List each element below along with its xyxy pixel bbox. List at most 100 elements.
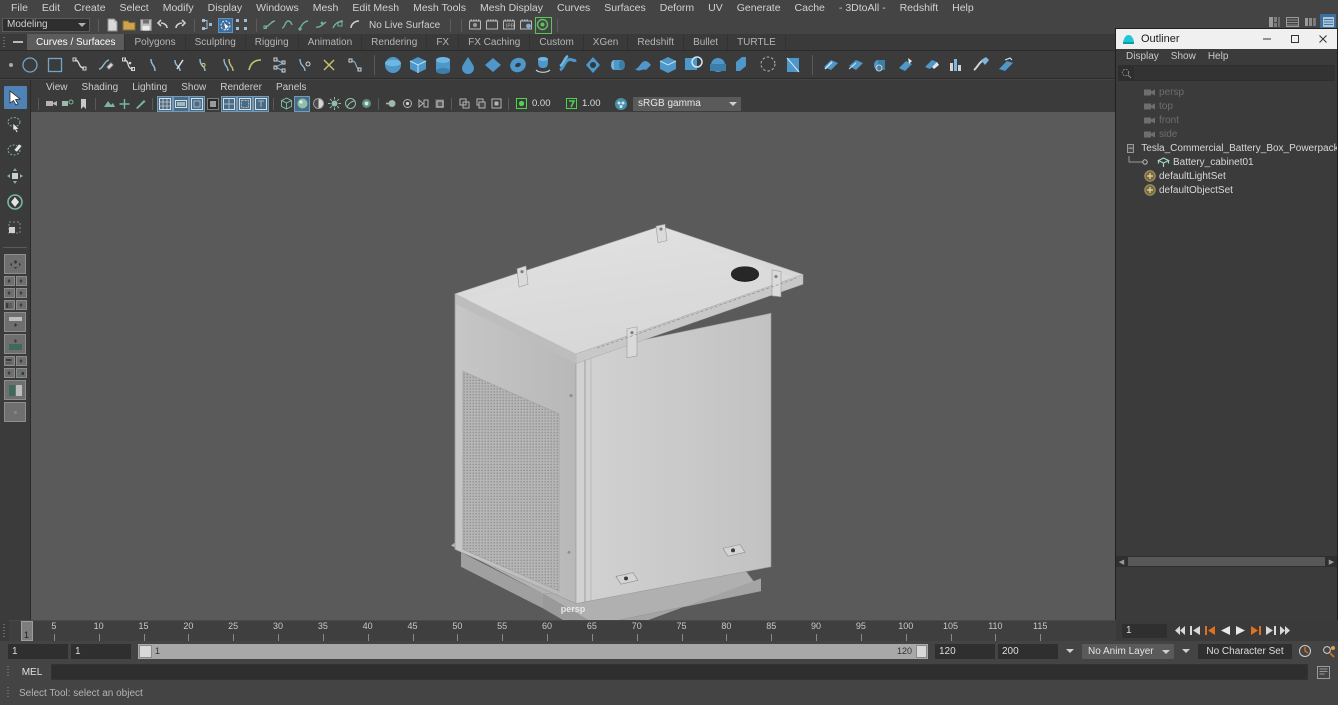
menu-deform[interactable]: Deform — [653, 0, 701, 16]
undo-icon[interactable] — [156, 18, 171, 33]
curve-smooth-icon[interactable] — [243, 53, 267, 77]
safe-title-icon[interactable] — [253, 95, 269, 112]
nurbs-torus-icon[interactable] — [506, 53, 530, 77]
scroll-left-icon[interactable]: ◀ — [1116, 556, 1127, 567]
menu-display[interactable]: Display — [201, 0, 249, 16]
nurbs-plane-icon[interactable] — [481, 53, 505, 77]
layout-two-stacked-button[interactable] — [3, 356, 15, 366]
shelf-tab-sculpting[interactable]: Sculpting — [185, 34, 246, 50]
character-set-options-button[interactable] — [1177, 644, 1195, 659]
multisample-icon[interactable] — [400, 97, 414, 111]
shelf-tab-turtle[interactable]: TURTLE — [728, 34, 786, 50]
paint-select-tool-button[interactable] — [4, 138, 27, 161]
viewport-menu-renderer[interactable]: Renderer — [213, 80, 269, 95]
gamma-icon[interactable] — [564, 97, 578, 111]
new-scene-icon[interactable] — [105, 18, 120, 33]
render-region-icon[interactable]: IPR — [502, 18, 517, 33]
range-start-field[interactable]: 1 — [71, 643, 131, 659]
expand-collapse-icon[interactable]: − — [1127, 143, 1135, 153]
minimize-icon[interactable] — [1253, 29, 1281, 49]
anim-layer-selector[interactable]: No Anim Layer — [1082, 643, 1174, 659]
outliner-row-front[interactable]: front — [1116, 113, 1337, 127]
curve-insert-knot-icon[interactable] — [193, 53, 217, 77]
layout-outliner-persp-button[interactable] — [3, 300, 15, 310]
menu-select[interactable]: Select — [113, 0, 156, 16]
select-by-component-icon[interactable] — [235, 18, 250, 33]
shelf-tab-fx-caching[interactable]: FX Caching — [459, 34, 531, 50]
anim-end-time-field[interactable]: 200 — [998, 643, 1058, 659]
bevel-plus-icon[interactable] — [731, 53, 755, 77]
save-scene-icon[interactable] — [139, 18, 154, 33]
smooth-shade-icon[interactable] — [294, 95, 310, 112]
move-tool-button[interactable] — [4, 164, 27, 187]
exposure-value[interactable]: 0.00 — [529, 97, 563, 110]
viewport-menu-shading[interactable]: Shading — [75, 80, 126, 95]
command-line-drag-handle[interactable] — [4, 664, 13, 680]
ep-curve-tool-icon[interactable] — [68, 53, 92, 77]
time-slider-track[interactable]: 1 5 10 15 20 25 30 35 40 45 50 55 60 65 70 75 80 85 90 95 1… — [9, 620, 1116, 641]
range-slider[interactable]: 1 120 — [138, 643, 928, 659]
range-end-field[interactable]: 120 — [935, 643, 995, 659]
play-backwards-icon[interactable] — [1218, 624, 1232, 638]
bezier-curve-tool-icon[interactable] — [118, 53, 142, 77]
menu-set-selector[interactable]: Modeling — [2, 18, 90, 32]
curve-cut-icon[interactable] — [293, 53, 317, 77]
layout-two-panes-side-button[interactable] — [3, 276, 15, 286]
ipr-render-icon[interactable] — [485, 18, 500, 33]
extrude-icon[interactable] — [606, 53, 630, 77]
outliner-row-default-object-set[interactable]: defaultObjectSet — [1116, 183, 1337, 197]
xray-icon[interactable] — [432, 97, 446, 111]
shelf-tab-bullet[interactable]: Bullet — [684, 34, 729, 50]
image-plane-icon[interactable] — [101, 97, 115, 111]
select-by-object-icon[interactable] — [218, 17, 233, 33]
surface-editor-icon[interactable] — [944, 53, 968, 77]
outliner-tree[interactable]: persp top front side − Tesla_Commercial_… — [1116, 81, 1337, 567]
shelf-tab-xgen[interactable]: XGen — [583, 34, 629, 50]
sculpt-geometry-icon[interactable] — [969, 53, 993, 77]
step-back-frame-icon[interactable] — [1203, 624, 1217, 638]
nurbs-cube-icon[interactable] — [406, 53, 430, 77]
shelf-tab-rendering[interactable]: Rendering — [362, 34, 428, 50]
menu-curves[interactable]: Curves — [550, 0, 597, 16]
boundary-icon[interactable] — [656, 53, 680, 77]
outliner-row-mesh[interactable]: Battery_cabinet01 — [1116, 155, 1337, 169]
viewport-menu-view[interactable]: View — [39, 80, 75, 95]
exposure-icon[interactable] — [514, 97, 528, 111]
planar-icon[interactable] — [581, 53, 605, 77]
grid-icon[interactable] — [157, 95, 173, 112]
command-input[interactable] — [51, 664, 1308, 680]
character-set-field[interactable]: No Character Set — [1198, 643, 1292, 659]
menu-help[interactable]: Help — [945, 0, 981, 16]
pencil-curve-tool-icon[interactable] — [93, 53, 117, 77]
nurbs-cylinder-icon[interactable] — [431, 53, 455, 77]
outliner-row-top[interactable]: top — [1116, 99, 1337, 113]
surface-flow-icon[interactable] — [994, 53, 1018, 77]
shelf-menu-icon[interactable] — [9, 34, 27, 50]
isolate-select-icon[interactable] — [416, 97, 430, 111]
shelf-tab-polygons[interactable]: Polygons — [125, 34, 186, 50]
render-settings-icon[interactable] — [1302, 14, 1318, 29]
render-settings-icon[interactable] — [519, 18, 534, 33]
shelf-tab-animation[interactable]: Animation — [298, 34, 363, 50]
help-line-drag-handle[interactable] — [4, 686, 13, 700]
playback-options-button[interactable] — [1061, 644, 1079, 659]
film-gate-icon[interactable] — [173, 95, 189, 112]
viewport-settings-icon[interactable] — [489, 97, 503, 111]
outliner-row-default-light-set[interactable]: defaultLightSet — [1116, 169, 1337, 183]
resolution-gate-icon[interactable] — [189, 95, 205, 112]
shelf-tab-redshift[interactable]: Redshift — [628, 34, 685, 50]
time-slider-drag-handle[interactable] — [0, 620, 9, 641]
curve-cv-hardness-icon[interactable] — [268, 53, 292, 77]
menu-redshift[interactable]: Redshift — [893, 0, 946, 16]
outliner-horizontal-scrollbar[interactable]: ◀ ▶ — [1116, 556, 1337, 567]
menu-modify[interactable]: Modify — [156, 0, 201, 16]
curve-offset-icon[interactable] — [218, 53, 242, 77]
motion-blur-icon[interactable] — [384, 97, 398, 111]
render-view-icon[interactable] — [1284, 14, 1300, 29]
surface-filletblend-icon[interactable] — [919, 53, 943, 77]
anim-start-time-field[interactable]: 1 — [8, 643, 68, 659]
script-language-label[interactable]: MEL — [13, 667, 51, 678]
shelf-options-icon[interactable] — [4, 62, 18, 67]
script-editor-icon[interactable] — [1312, 664, 1334, 680]
color-profile-selector[interactable]: sRGB gamma — [633, 96, 741, 111]
